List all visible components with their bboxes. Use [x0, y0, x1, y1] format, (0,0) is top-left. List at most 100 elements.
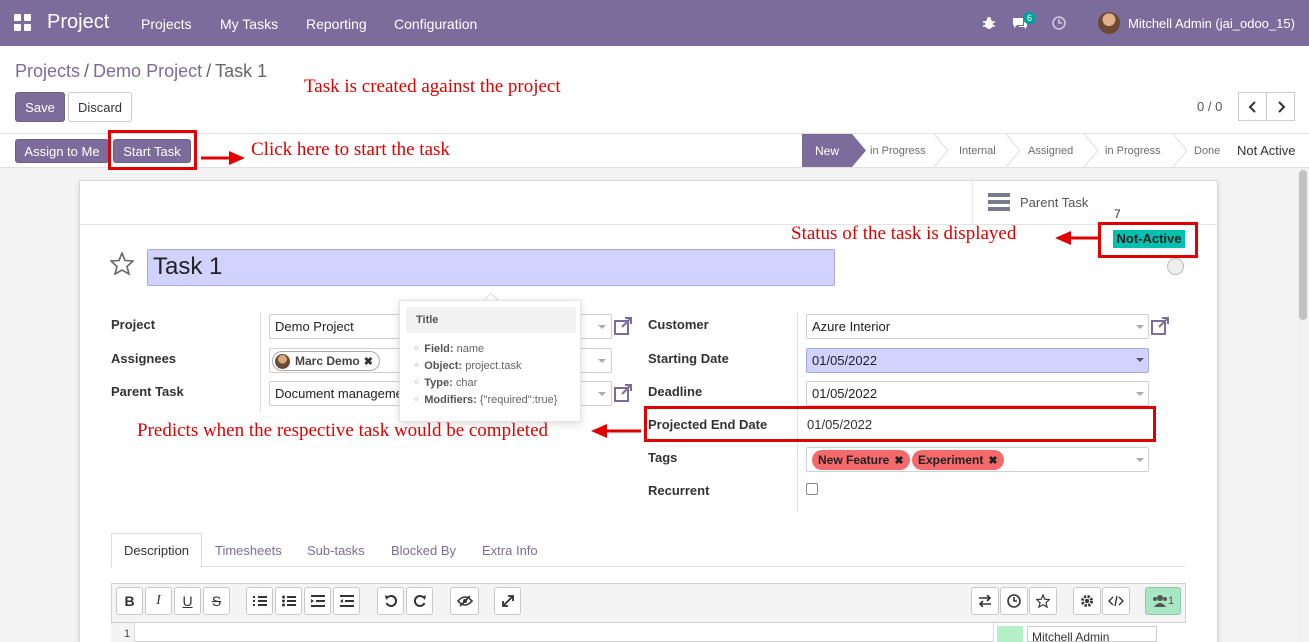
tag-label: Experiment [918, 453, 984, 467]
tab-extra-info[interactable]: Extra Info [482, 543, 538, 558]
user-menu[interactable]: Mitchell Admin (jai_odoo_15) [1128, 16, 1295, 31]
field-tooltip: Title Field: name Object: project.task T… [399, 300, 581, 422]
save-button[interactable]: Save [15, 92, 65, 122]
favorite-button[interactable] [1029, 587, 1057, 615]
annotation-box-start [108, 130, 197, 170]
annotation-arrow-right [201, 151, 245, 165]
assignee-tag[interactable]: Marc Demo ✖ [272, 351, 380, 371]
close-icon[interactable]: ✖ [364, 355, 373, 368]
app-title[interactable]: Project [47, 11, 109, 34]
breadcrumb-demo-project[interactable]: Demo Project [93, 61, 202, 81]
tag-experiment[interactable]: Experiment ✖ [912, 450, 1004, 470]
eye-slash-icon [456, 595, 473, 607]
tooltip-key: Object: [424, 360, 463, 372]
chevron-right-icon [1277, 100, 1285, 113]
external-link-icon[interactable] [1151, 317, 1169, 335]
pager-next-button[interactable] [1266, 92, 1295, 121]
activity-button[interactable] [1000, 587, 1028, 615]
top-navbar: Project Projects My Tasks Reporting Conf… [0, 0, 1309, 46]
tab-description[interactable]: Description [124, 543, 189, 558]
tooltip-key: Type: [424, 377, 453, 389]
close-icon[interactable]: ✖ [988, 454, 997, 467]
stage-not-active[interactable]: Not Active [1237, 134, 1296, 167]
external-link-icon[interactable] [614, 384, 632, 402]
apps-grid-icon[interactable] [14, 14, 32, 32]
bullet-list-button[interactable] [275, 587, 302, 615]
stage-assigned[interactable]: Assigned [1028, 134, 1073, 167]
bold-button[interactable]: B [116, 587, 143, 615]
clock-icon[interactable] [1052, 16, 1066, 30]
annotation-created: Task is created against the project [304, 76, 561, 97]
followers-button[interactable]: 1 [1145, 587, 1181, 615]
user-avatar[interactable] [1098, 12, 1120, 34]
italic-button[interactable]: I [145, 587, 172, 615]
project-label: Project [111, 317, 156, 332]
code-icon [1108, 595, 1124, 607]
menu-my-tasks[interactable]: My Tasks [220, 16, 278, 32]
close-icon[interactable]: ✖ [894, 454, 903, 467]
scrollbar-thumb[interactable] [1299, 170, 1307, 320]
stage-separator [1006, 134, 1020, 167]
deadline-field[interactable]: 01/05/2022 [806, 381, 1149, 406]
chevron-down-icon [598, 359, 606, 363]
undo-button[interactable] [377, 587, 404, 615]
tooltip-value: project.task [465, 360, 522, 372]
customer-label: Customer [648, 317, 709, 332]
stage-in-progress[interactable]: in Progress [870, 134, 926, 167]
annotation-box-status [1098, 222, 1198, 258]
tab-sub-tasks[interactable]: Sub-tasks [307, 543, 365, 558]
tooltip-title: Title [406, 307, 576, 333]
breadcrumb-separator: / [206, 61, 212, 81]
chevron-down-icon [1136, 325, 1144, 329]
recurrent-checkbox[interactable] [806, 483, 818, 495]
chevron-down-icon [598, 325, 606, 329]
numbered-list-icon [252, 596, 267, 606]
follower-name[interactable]: Mitchell Admin [1027, 626, 1157, 642]
tab-timesheets[interactable]: Timesheets [215, 543, 282, 558]
kanban-state-indicator[interactable] [1167, 258, 1184, 275]
discard-button[interactable]: Discard [68, 92, 132, 122]
stage-done[interactable]: Done [1194, 134, 1220, 167]
fullscreen-button[interactable] [494, 587, 521, 615]
menu-reporting[interactable]: Reporting [306, 16, 367, 32]
stage-new[interactable]: New [802, 134, 852, 167]
outdent-button[interactable] [333, 587, 360, 615]
undo-icon [384, 594, 397, 607]
stage-internal[interactable]: Internal [959, 134, 996, 167]
menu-configuration[interactable]: Configuration [394, 16, 477, 32]
bug-icon[interactable] [982, 16, 996, 30]
chevron-down-icon [1136, 458, 1144, 462]
expand-icon [501, 595, 514, 607]
numbered-list-button[interactable] [246, 587, 273, 615]
tooltip-key: Modifiers: [424, 394, 477, 406]
tag-new-feature[interactable]: New Feature ✖ [812, 450, 910, 470]
code-view-button[interactable] [1102, 587, 1130, 615]
assign-to-me-button[interactable]: Assign to Me [15, 139, 109, 163]
tab-blocked-by[interactable]: Blocked By [391, 543, 456, 558]
parent-task-count: 7 [1114, 207, 1121, 221]
menu-projects[interactable]: Projects [141, 16, 192, 32]
switch-button[interactable] [971, 587, 999, 615]
tooltip-value: char [455, 377, 478, 389]
strikethrough-button[interactable]: S [203, 587, 230, 615]
parent-task-smart-button[interactable]: Parent Task [1020, 195, 1088, 210]
users-icon [1152, 595, 1167, 607]
pager-value: 0 / 0 [1197, 99, 1223, 114]
customer-field[interactable]: Azure Interior [806, 314, 1149, 339]
breadcrumb-projects[interactable]: Projects [15, 61, 80, 81]
stage-in-progress-2[interactable]: in Progress [1105, 134, 1161, 167]
page-scrollbar[interactable] [1297, 168, 1309, 642]
star-icon[interactable] [110, 252, 134, 275]
pager-previous-button[interactable] [1238, 92, 1267, 121]
starting-date-field[interactable]: 01/05/2022 [806, 348, 1149, 373]
tooltip-value: name [456, 343, 485, 355]
settings-button[interactable] [1073, 587, 1101, 615]
tooltip-key: Field: [424, 343, 454, 355]
underline-button[interactable]: U [174, 587, 201, 615]
hide-button[interactable] [450, 587, 479, 615]
task-title-input[interactable]: Task 1 [147, 249, 835, 286]
breadcrumb-separator: / [84, 61, 90, 81]
indent-button[interactable] [304, 587, 331, 615]
external-link-icon[interactable] [614, 317, 632, 335]
redo-button[interactable] [406, 587, 433, 615]
